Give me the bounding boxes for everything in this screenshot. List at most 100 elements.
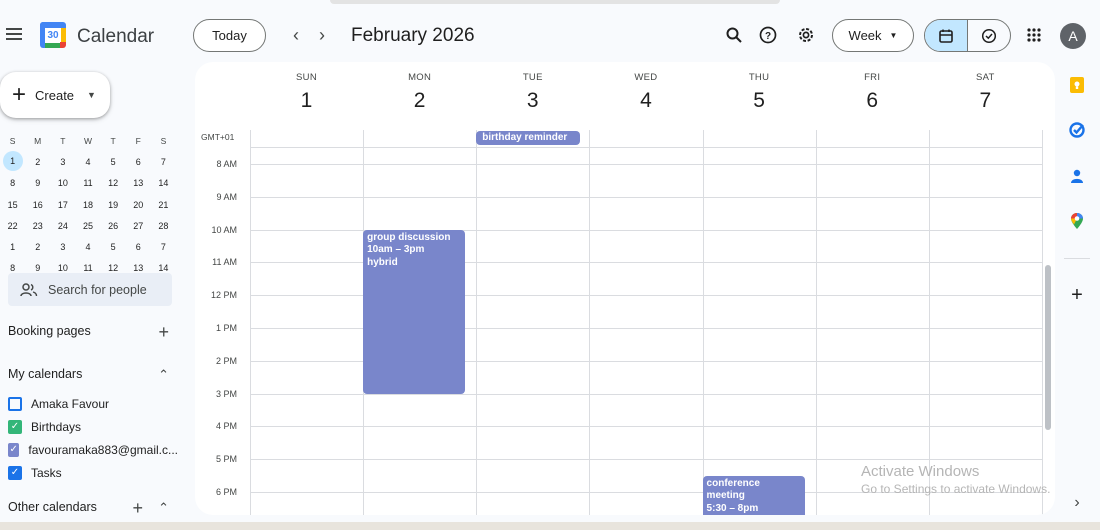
app-title: Calendar — [77, 26, 155, 47]
contacts-icon[interactable] — [1066, 165, 1088, 187]
weekday-label: S — [9, 135, 16, 146]
mini-calendar-day[interactable]: 2 — [25, 236, 50, 257]
settings-icon[interactable] — [793, 22, 819, 48]
mini-calendar-day[interactable]: 18 — [75, 194, 100, 215]
day-header[interactable]: MON 2 — [363, 62, 476, 113]
day-header[interactable]: SUN 1 — [250, 62, 363, 113]
avatar[interactable]: A — [1060, 23, 1086, 49]
chevron-right-icon[interactable]: › — [1066, 492, 1088, 514]
help-icon[interactable]: ? — [755, 22, 781, 48]
apps-grid-icon[interactable] — [1021, 22, 1047, 48]
mini-calendar-day[interactable]: 8 — [0, 173, 25, 194]
event-group-discussion[interactable]: group discussion 10am – 3pm hybrid — [363, 229, 466, 394]
calendar-item[interactable]: Amaka Favour — [8, 394, 178, 414]
day-column-divider — [589, 130, 591, 515]
tasks-view-icon[interactable] — [968, 20, 1010, 51]
mini-calendar-day[interactable]: 17 — [50, 194, 75, 215]
day-number[interactable]: 5 — [703, 89, 816, 113]
checkbox[interactable]: ✓ — [8, 443, 20, 457]
mini-calendar-day[interactable]: 27 — [126, 215, 151, 236]
mini-calendar-day[interactable]: 12 — [101, 173, 126, 194]
calendar-logo-icon[interactable]: 30 — [40, 22, 66, 48]
chevron-up-icon[interactable]: ⌃ — [158, 500, 169, 516]
tasks-icon[interactable] — [1066, 119, 1088, 141]
mini-calendar-day[interactable]: 4 — [75, 236, 100, 257]
day-number[interactable]: 7 — [929, 89, 1042, 113]
event-time: 5:30 – 8pm — [706, 502, 759, 514]
checkbox[interactable]: ✓ — [8, 466, 22, 480]
mini-calendar-day[interactable]: 25 — [75, 215, 100, 236]
mini-calendar-day[interactable]: 20 — [126, 194, 151, 215]
mini-calendar-day[interactable]: 7 — [151, 151, 176, 172]
mini-calendar-day[interactable]: 7 — [151, 236, 176, 257]
mini-calendar-day[interactable]: 15 — [0, 194, 25, 215]
app-header: 30 Calendar Today ‹ › February 2026 ? We… — [0, 6, 1100, 64]
hour-label: 2 PM — [215, 355, 237, 366]
mini-calendar-day-selected[interactable]: 1 — [2, 151, 23, 172]
search-people-input[interactable]: Search for people — [8, 273, 172, 306]
checkbox[interactable]: ✓ — [8, 420, 22, 434]
event-conference-meeting[interactable]: conference meeting 5:30 – 8pm — [702, 475, 805, 515]
scrollbar[interactable] — [1045, 265, 1051, 430]
calendar-item[interactable]: ✓ favouramaka883@gmail.c... — [8, 440, 178, 460]
add-icon[interactable]: + — [1066, 284, 1088, 306]
day-header[interactable]: WED 4 — [589, 62, 702, 113]
chevron-up-icon[interactable]: ⌃ — [158, 367, 169, 383]
mini-calendar-day[interactable]: 10 — [50, 173, 75, 194]
mini-calendar-day[interactable]: 5 — [101, 236, 126, 257]
maps-icon[interactable] — [1066, 210, 1088, 232]
mini-calendar-day[interactable]: 22 — [0, 215, 25, 236]
day-number[interactable]: 4 — [589, 89, 702, 113]
mini-calendar-day[interactable]: 21 — [151, 194, 176, 215]
mini-calendar-day[interactable]: 6 — [126, 236, 151, 257]
keep-icon[interactable] — [1066, 74, 1088, 96]
day-number[interactable]: 1 — [250, 89, 363, 113]
mini-calendar-day[interactable]: 1 — [0, 236, 25, 257]
mini-calendar-day[interactable]: 5 — [101, 151, 126, 172]
view-selector[interactable]: Week ▼ — [832, 19, 914, 52]
add-other-calendar-icon[interactable]: + — [132, 498, 143, 519]
menu-icon[interactable] — [6, 25, 24, 41]
day-header[interactable]: THU 5 — [703, 62, 816, 113]
all-day-event[interactable]: birthday reminder — [476, 131, 581, 145]
weekday-label: S — [160, 135, 167, 146]
day-column-divider — [250, 130, 251, 515]
mini-calendar-day[interactable]: 13 — [126, 173, 151, 194]
top-strip-shade — [330, 0, 780, 4]
calendar-item[interactable]: ✓ Birthdays — [8, 417, 178, 437]
day-number[interactable]: 6 — [816, 89, 929, 113]
day-name: THU — [748, 72, 770, 83]
mini-calendar-day[interactable]: 16 — [25, 194, 50, 215]
mini-calendar-day[interactable]: 26 — [101, 215, 126, 236]
today-button[interactable]: Today — [193, 19, 266, 52]
search-icon[interactable] — [721, 22, 747, 48]
previous-week-icon[interactable]: ‹ — [284, 23, 308, 47]
mini-calendar-day[interactable]: 2 — [25, 151, 50, 172]
mini-calendar-day[interactable]: 3 — [50, 151, 75, 172]
mini-calendar-day[interactable]: 23 — [25, 215, 50, 236]
mini-calendar-day[interactable]: 24 — [50, 215, 75, 236]
calendar-item[interactable]: ✓ Tasks — [8, 463, 178, 483]
next-week-icon[interactable]: › — [310, 23, 334, 47]
mini-calendar-day[interactable]: 4 — [75, 151, 100, 172]
create-button[interactable]: + Create ▼ — [0, 72, 110, 118]
day-number[interactable]: 2 — [363, 89, 476, 113]
day-header[interactable]: SAT 7 — [929, 62, 1042, 113]
mini-calendar-day[interactable]: 14 — [151, 173, 176, 194]
rail-divider — [1064, 258, 1090, 259]
day-header[interactable]: TUE 3 — [476, 62, 589, 113]
day-number[interactable]: 3 — [476, 89, 589, 113]
add-booking-page-icon[interactable]: + — [158, 322, 169, 343]
mini-calendar-day[interactable]: 19 — [101, 194, 126, 215]
view-mode-toggle — [924, 19, 1011, 52]
checkbox[interactable] — [8, 397, 22, 411]
mini-calendar-day[interactable]: 6 — [126, 151, 151, 172]
day-header[interactable]: FRI 6 — [816, 62, 929, 113]
mini-calendar-day[interactable]: 9 — [25, 173, 50, 194]
all-day-event-title: birthday reminder — [482, 132, 568, 143]
mini-calendar-day[interactable]: 11 — [75, 173, 100, 194]
calendar-view-icon[interactable] — [925, 20, 968, 51]
mini-calendar-day[interactable]: 3 — [50, 236, 75, 257]
my-calendars-section[interactable]: My calendars ⌃ — [8, 367, 173, 383]
mini-calendar-day[interactable]: 28 — [151, 215, 176, 236]
